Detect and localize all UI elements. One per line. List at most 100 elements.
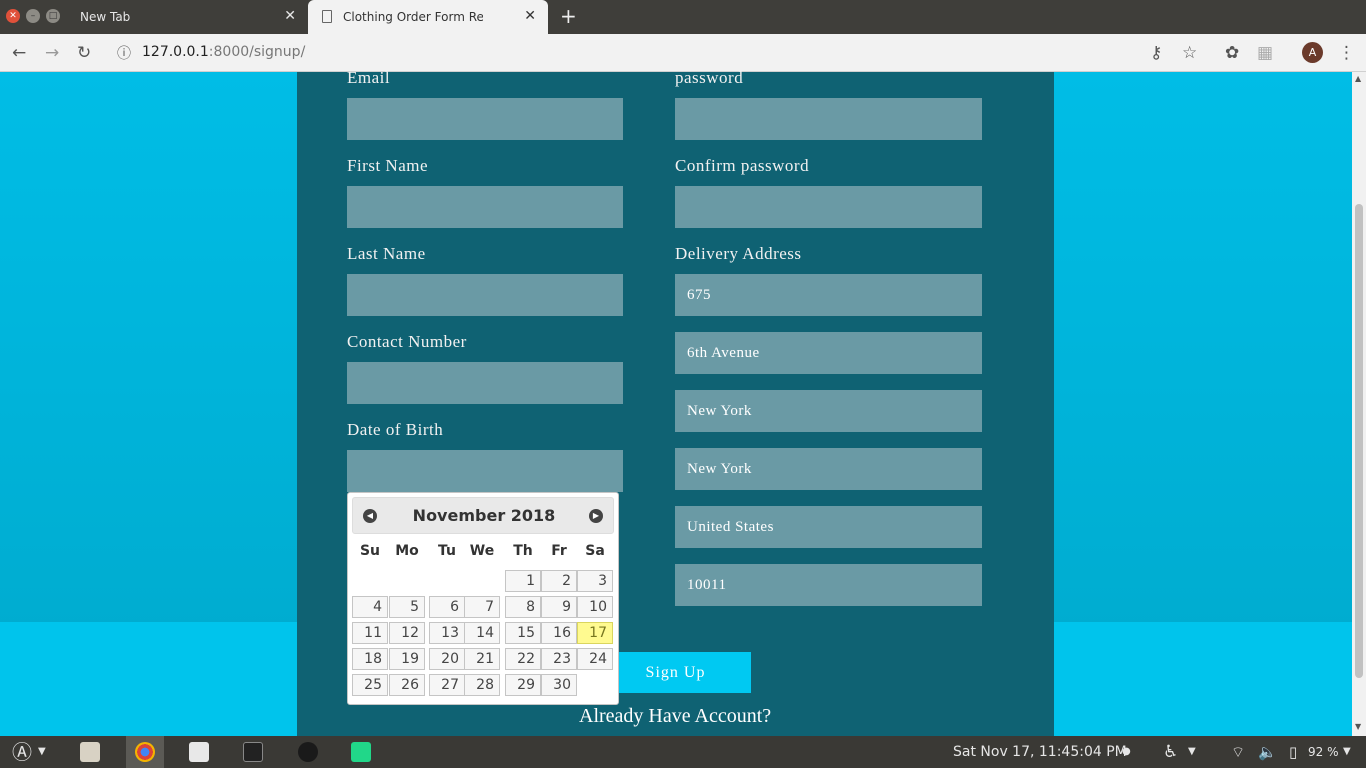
browser-toolbar: ← → ↻ ⓘ 127.0.0.1:8000/signup/ ⚷ ☆ ✿ ▦ A…: [0, 34, 1366, 72]
window-close-icon[interactable]: ✕: [6, 9, 20, 23]
scrollbar-thumb[interactable]: [1355, 204, 1363, 678]
password-field[interactable]: [675, 98, 982, 140]
window-maximize-icon[interactable]: □: [46, 9, 60, 23]
calendar-day[interactable]: 28: [464, 674, 500, 696]
address-bar[interactable]: 127.0.0.1:8000/signup/: [142, 44, 305, 60]
city-field[interactable]: New York: [675, 390, 982, 432]
weekday-header: Th: [513, 543, 533, 559]
last-name-label: Last Name: [347, 244, 426, 263]
contact-number-field[interactable]: [347, 362, 623, 404]
weekday-header: Mo: [395, 543, 419, 559]
contact-number-label: Contact Number: [347, 332, 467, 351]
calendar-day[interactable]: 22: [505, 648, 541, 670]
slack-app-icon[interactable]: [189, 742, 209, 762]
files-app-icon[interactable]: [80, 742, 100, 762]
tab-label: Clothing Order Form Responsive: [343, 10, 483, 24]
tab-new-tab[interactable]: New Tab ✕: [64, 0, 308, 34]
avatar[interactable]: A: [1302, 42, 1323, 63]
calendar-day[interactable]: 19: [389, 648, 425, 670]
calendar-day[interactable]: 25: [352, 674, 388, 696]
inkscape-app-icon[interactable]: [298, 742, 318, 762]
delivery-address-label: Delivery Address: [675, 244, 802, 263]
weekday-header: Fr: [551, 543, 567, 559]
terminal-app-icon[interactable]: [243, 742, 263, 762]
launcher-icon[interactable]: Ⓐ: [12, 736, 32, 768]
calendar-day[interactable]: 30: [541, 674, 577, 696]
calendar-day[interactable]: 18: [352, 648, 388, 670]
browser-tab-strip: ✕ – □ New Tab ✕ Clothing Order Form Resp…: [0, 0, 1366, 34]
battery-icon[interactable]: ▯: [1289, 736, 1297, 768]
dob-label: Date of Birth: [347, 420, 444, 439]
house-number-field[interactable]: 675: [675, 274, 982, 316]
volume-icon[interactable]: 🔈: [1258, 736, 1277, 768]
state-field[interactable]: New York: [675, 448, 982, 490]
calendar-day[interactable]: 11: [352, 622, 388, 644]
zip-field[interactable]: 10011: [675, 564, 982, 606]
extension-icon[interactable]: ✿: [1225, 43, 1239, 63]
calendar-day[interactable]: 6: [429, 596, 465, 618]
window-minimize-icon[interactable]: –: [26, 9, 40, 23]
calendar-day[interactable]: 2: [541, 570, 577, 592]
dropdown-icon[interactable]: ▼: [1188, 736, 1196, 768]
accessibility-icon[interactable]: ♿: [1163, 736, 1178, 768]
confirm-password-field[interactable]: [675, 186, 982, 228]
prev-month-icon[interactable]: ◀: [363, 509, 377, 523]
calendar-day[interactable]: 15: [505, 622, 541, 644]
calendar-day[interactable]: 8: [505, 596, 541, 618]
calendar-day[interactable]: 7: [464, 596, 500, 618]
menu-icon[interactable]: ⋮: [1338, 43, 1355, 63]
reload-icon[interactable]: ↻: [77, 43, 91, 63]
first-name-field[interactable]: [347, 186, 623, 228]
calendar-day[interactable]: 10: [577, 596, 613, 618]
new-tab-button[interactable]: +: [560, 4, 577, 28]
calendar-day-today[interactable]: 17: [577, 622, 613, 644]
already-have-account-link[interactable]: Already Have Account?: [579, 705, 771, 728]
extension-grid-icon[interactable]: ▦: [1257, 43, 1273, 63]
calendar-day[interactable]: 23: [541, 648, 577, 670]
sign-up-button[interactable]: Sign Up: [600, 652, 751, 693]
pycharm-app-icon[interactable]: [351, 742, 371, 762]
tab-close-icon[interactable]: ✕: [284, 8, 296, 24]
scroll-up-icon[interactable]: ▲: [1355, 74, 1361, 83]
calendar-day[interactable]: 4: [352, 596, 388, 618]
scroll-down-icon[interactable]: ▼: [1355, 722, 1361, 731]
calendar-day[interactable]: 1: [505, 570, 541, 592]
calendar-day[interactable]: 3: [577, 570, 613, 592]
info-icon[interactable]: ⓘ: [117, 44, 131, 64]
calendar-day[interactable]: 12: [389, 622, 425, 644]
tab-clothing-order-form[interactable]: Clothing Order Form Responsive ✕: [308, 0, 548, 34]
calendar-day[interactable]: 13: [429, 622, 465, 644]
calendar-day[interactable]: 29: [505, 674, 541, 696]
weekday-header: Sa: [585, 543, 605, 559]
calendar-day[interactable]: 24: [577, 648, 613, 670]
page-background: Email First Name Last Name Contact Numbe…: [0, 68, 1352, 736]
calendar-day[interactable]: 26: [389, 674, 425, 696]
dob-field[interactable]: [347, 450, 623, 492]
last-name-field[interactable]: [347, 274, 623, 316]
page-scrollbar[interactable]: ▲ ▼: [1352, 72, 1366, 736]
tab-label: New Tab: [80, 10, 131, 24]
key-icon[interactable]: ⚷: [1150, 43, 1162, 63]
street-field[interactable]: 6th Avenue: [675, 332, 982, 374]
chrome-app-icon[interactable]: [135, 742, 155, 762]
back-icon[interactable]: ←: [12, 43, 26, 63]
calendar-day[interactable]: 9: [541, 596, 577, 618]
calendar-day[interactable]: 20: [429, 648, 465, 670]
clock[interactable]: Sat Nov 17, 11:45:04 PM: [953, 736, 1127, 768]
forward-icon[interactable]: →: [45, 43, 59, 63]
calendar-day[interactable]: 16: [541, 622, 577, 644]
tab-close-icon[interactable]: ✕: [524, 8, 536, 24]
calendar-day[interactable]: 5: [389, 596, 425, 618]
calendar-day[interactable]: 14: [464, 622, 500, 644]
wifi-icon[interactable]: ⌔: [1231, 736, 1245, 768]
country-field[interactable]: United States: [675, 506, 982, 548]
system-menu-icon[interactable]: ▼: [1343, 736, 1351, 768]
calendar-day[interactable]: 27: [429, 674, 465, 696]
email-field[interactable]: [347, 98, 623, 140]
calendar-day[interactable]: 21: [464, 648, 500, 670]
weekday-header: We: [469, 543, 495, 559]
star-icon[interactable]: ☆: [1182, 43, 1197, 63]
launcher-dropdown-icon[interactable]: ▼: [38, 736, 46, 768]
next-month-icon[interactable]: ▶: [589, 509, 603, 523]
weekday-header: Tu: [438, 543, 456, 559]
